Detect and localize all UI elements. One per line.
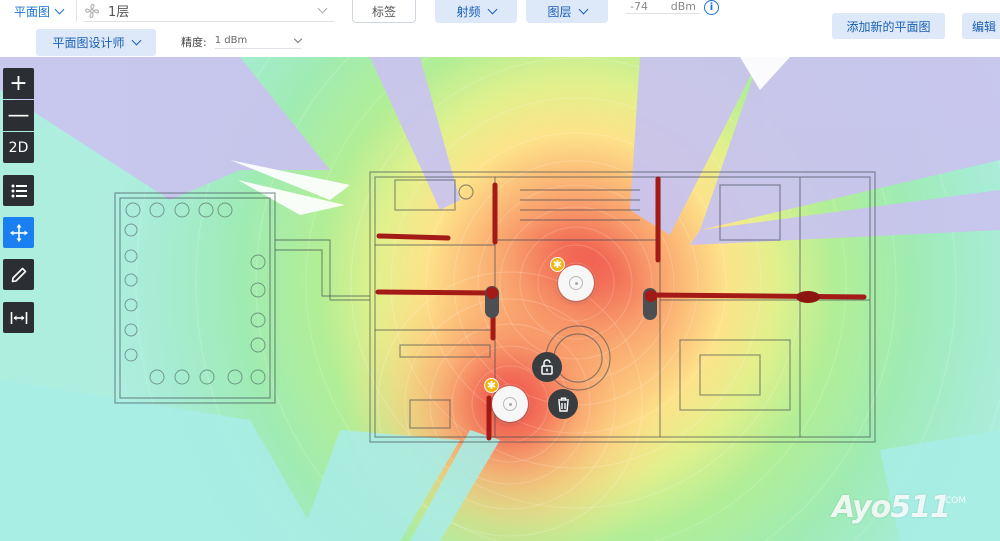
zoom-out-button[interactable]: — [3,100,34,131]
layer-dropdown-button[interactable]: 图层 [526,0,608,23]
precision-value: 1 dBm [214,35,248,46]
measure-button[interactable] [3,302,34,333]
chevron-down-icon [293,34,302,43]
plus-icon: + [9,71,28,96]
precision-label: 精度: [181,36,207,49]
ap-status-badge: ✱ [550,257,565,272]
delete-ap-button[interactable] [548,389,578,419]
minus-icon: — [7,103,30,128]
access-point-1[interactable] [558,265,594,301]
zoom-in-button[interactable]: + [3,68,34,99]
info-icon[interactable]: i [704,0,719,15]
ap-led-icon [503,397,517,411]
view-mode-label: 2D [8,139,29,156]
chevron-down-icon [131,35,141,46]
move-tool-button[interactable] [3,217,34,248]
site-watermark: Ayo511 .COM [832,490,966,525]
chevron-down-icon [487,4,497,15]
unlock-ap-button[interactable] [532,352,562,382]
fan-icon [84,3,100,18]
trash-icon [557,397,569,412]
draw-wall-button[interactable] [3,259,34,290]
view-select-label: 平面图 [14,4,51,19]
precision-select[interactable]: 1 dBm [214,34,302,49]
floor-select[interactable]: 1层 [84,0,334,22]
chevron-down-icon [578,4,588,15]
add-floorplan-label: 添加新的平面图 [846,19,931,34]
rf-button-label: 射频 [456,5,481,19]
info-glyph: i [709,2,714,13]
floorplan-canvas[interactable] [0,57,1000,541]
top-toolbar: 平面图 1层 标签 射频 图层 -74 dBm i 添加新的平面图 编辑 平面图… [0,0,1000,57]
ap-status-badge: ✱ [484,378,499,393]
dbm-unit: dBm [670,0,696,13]
precision-control: 精度: 1 dBm [181,34,302,50]
watermark-domain: .COM [942,496,966,506]
view-mode-2d-button[interactable]: 2D [3,132,34,163]
chevron-down-icon [317,3,328,14]
edit-button-label: 编辑 [972,19,997,34]
heatmap-svg [0,57,1000,541]
edit-button[interactable]: 编辑 [962,13,1000,39]
chevron-down-icon [54,4,65,14]
view-select[interactable]: 平面图 [14,0,65,22]
tags-button[interactable]: 标签 [352,0,416,23]
pencil-icon [11,267,26,282]
ap-led-icon [569,276,583,290]
list-button[interactable] [3,175,34,206]
dbm-threshold-input[interactable]: -74 dBm [626,0,700,14]
list-icon [11,184,27,197]
lock-icon [541,359,553,375]
designer-button-label: 平面图设计师 [52,36,125,50]
layer-button-label: 图层 [547,5,572,19]
tags-button-label: 标签 [371,4,396,19]
dbm-value: -74 [630,0,648,13]
watermark-text: Ayo511 [832,490,951,525]
rf-dropdown-button[interactable]: 射频 [435,0,517,23]
floorplan-designer-button[interactable]: 平面图设计师 [36,29,156,56]
toolbar-divider [76,0,77,22]
floor-select-label: 1层 [108,5,130,20]
measure-icon [10,311,27,324]
add-floorplan-button[interactable]: 添加新的平面图 [832,13,945,39]
access-point-2[interactable] [492,386,528,422]
move-icon [9,223,28,242]
